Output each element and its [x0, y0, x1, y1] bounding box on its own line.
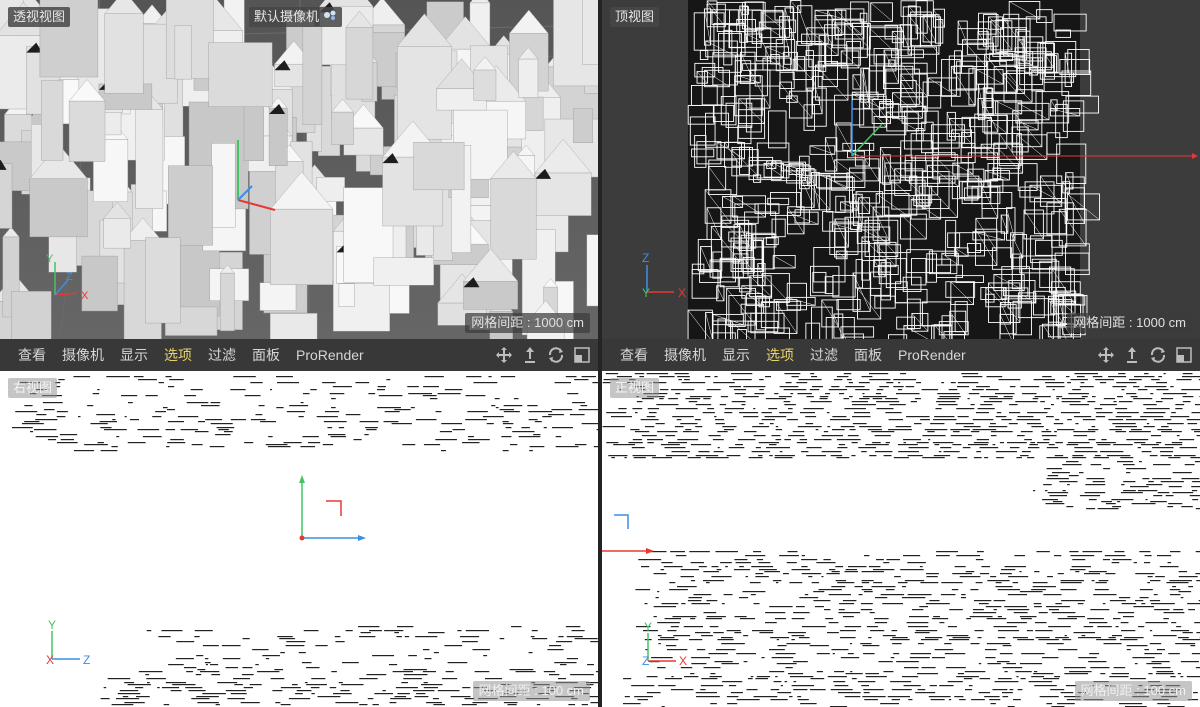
front-scene: Y Z X [602, 371, 1200, 707]
menu-filter-2[interactable]: 过滤 [810, 339, 838, 371]
axis-label-x-top: X [678, 286, 686, 300]
viewport-menubar-right: 查看 摄像机 显示 选项 过滤 面板 ProRender [602, 339, 1200, 371]
grid-spacing-perspective: 网格间距 : 1000 cm [465, 313, 590, 333]
menu-camera[interactable]: 摄像机 [62, 339, 104, 371]
axis-label-z-front: Z [642, 654, 649, 668]
menu-options[interactable]: 选项 [164, 339, 192, 371]
perspective-scene: Y X Z [0, 0, 598, 339]
grid-spacing-front: 网格间距 : 100 cm [1074, 681, 1192, 701]
viewport-menubar-left: 查看 摄像机 显示 选项 过滤 面板 ProRender [0, 339, 598, 371]
axis-label-x: X [81, 290, 89, 302]
viewport-tools-left [494, 345, 592, 365]
axis-label-y: Y [46, 253, 54, 265]
viewport-title-perspective[interactable]: 透视视图 [8, 7, 71, 27]
axis-label-z-right: Z [83, 653, 90, 667]
camera-gear-icon [323, 9, 337, 25]
perspective-viewport[interactable]: Y X Z 透视视图 默认摄像机 网格间距 : 1000 cm [0, 0, 598, 339]
menu-display[interactable]: 显示 [120, 339, 148, 371]
camera-up-icon[interactable] [520, 345, 540, 365]
axis-label-x-right: X [46, 653, 54, 667]
menu-list-right: 查看 摄像机 显示 选项 过滤 面板 ProRender [602, 339, 974, 371]
menu-filter[interactable]: 过滤 [208, 339, 236, 371]
move-icon[interactable] [1096, 345, 1116, 365]
menu-list-left: 查看 摄像机 显示 选项 过滤 面板 ProRender [0, 339, 372, 371]
maximize-icon[interactable] [1174, 345, 1194, 365]
camera-selector[interactable]: 默认摄像机 [249, 7, 343, 27]
grid-spacing-top: 网格间距 : 1000 cm [1067, 313, 1192, 333]
viewport-title-top[interactable]: 顶视图 [610, 7, 660, 27]
viewport-tools-right [1096, 345, 1194, 365]
viewport-title-front[interactable]: 正视图 [610, 378, 660, 398]
move-icon[interactable] [494, 345, 514, 365]
axis-label-x-front: X [679, 654, 687, 668]
rotate-icon[interactable] [546, 345, 566, 365]
menu-prorender[interactable]: ProRender [296, 339, 364, 371]
menu-display-2[interactable]: 显示 [722, 339, 750, 371]
axis-label-y-front: Y [644, 620, 652, 634]
camera-up-icon[interactable] [1122, 345, 1142, 365]
menu-panel-2[interactable]: 面板 [854, 339, 882, 371]
maximize-icon[interactable] [572, 345, 592, 365]
menu-view[interactable]: 查看 [18, 339, 46, 371]
menu-options-2[interactable]: 选项 [766, 339, 794, 371]
axis-label-z-top: Z [642, 251, 649, 265]
right-viewport[interactable]: Y X Z 右视图 网格间距 : 100 cm [0, 371, 598, 707]
menu-camera-2[interactable]: 摄像机 [664, 339, 706, 371]
front-viewport[interactable]: Y Z X 正视图 网格间距 : 100 cm [602, 371, 1200, 707]
top-viewport[interactable]: Z Y X 顶视图 网格间距 : 1000 cm [602, 0, 1200, 339]
top-scene: Z Y X [602, 0, 1200, 339]
menu-view-2[interactable]: 查看 [620, 339, 648, 371]
axis-label-y-right: Y [48, 618, 56, 632]
menu-prorender-2[interactable]: ProRender [898, 339, 966, 371]
viewport-divider[interactable] [598, 0, 602, 707]
viewport-title-right[interactable]: 右视图 [8, 378, 58, 398]
axis-label-z: Z [66, 271, 73, 283]
camera-label: 默认摄像机 [254, 9, 320, 24]
rotate-icon[interactable] [1148, 345, 1168, 365]
grid-spacing-right: 网格间距 : 100 cm [472, 681, 590, 701]
right-scene: Y X Z [0, 371, 598, 707]
menu-panel[interactable]: 面板 [252, 339, 280, 371]
axis-label-y-top: Y [642, 286, 650, 300]
